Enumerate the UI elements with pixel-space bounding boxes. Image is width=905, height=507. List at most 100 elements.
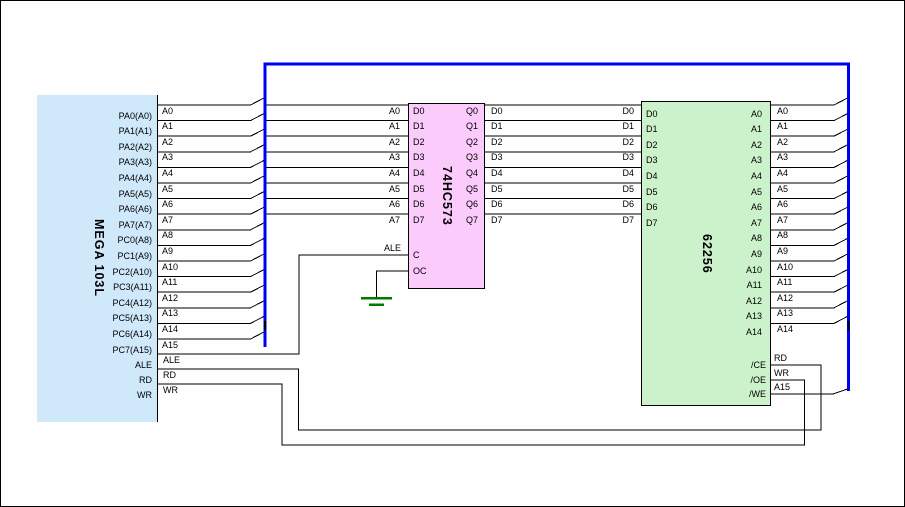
pin-latch-d1: D1 — [413, 122, 425, 131]
net-label-a9-left: A9 — [162, 247, 173, 256]
pin-sram-a6: A6 — [751, 203, 762, 212]
bus-entry-right-a14[interactable] — [834, 316, 848, 323]
pin-sram-d4: D4 — [646, 172, 658, 181]
bus-entry-left-a9[interactable] — [251, 238, 265, 245]
net-label-a6-sram: A6 — [777, 200, 788, 209]
pin-latch-q6: Q6 — [466, 200, 478, 209]
bus-entry-left-a13[interactable] — [251, 301, 265, 308]
pin-latch-d6: D6 — [413, 200, 425, 209]
bus-entry-left-a10[interactable] — [251, 254, 265, 261]
bus-entry-left-a11[interactable] — [251, 270, 265, 277]
net-label-a15-left: A15 — [162, 341, 178, 350]
net-label-d2-sram-side: D2 — [622, 138, 634, 147]
wire-wr[interactable] — [158, 380, 805, 445]
pin-sram-a12: A12 — [746, 297, 762, 306]
pin-mega-pa3a3: PA3(A3) — [119, 158, 152, 167]
net-label-d3-latch-side: D3 — [491, 153, 503, 162]
pin-mega-pc4a12: PC4(A12) — [112, 299, 152, 308]
bus-entry-right-a4[interactable] — [834, 160, 848, 167]
net-label-wr-sram: WR — [774, 369, 789, 378]
pin-sram-d5: D5 — [646, 188, 658, 197]
bus-entry-right-a9[interactable] — [834, 238, 848, 245]
schematic-canvas: MEGA 103L 74HC573 62256 A0A1A2A3A4A5A6A7… — [0, 0, 905, 507]
ground-symbol[interactable] — [361, 298, 392, 305]
bus-entry-right-a12[interactable] — [834, 285, 848, 292]
bus-entry-right-a2[interactable] — [834, 129, 848, 136]
net-label-a3-latch: A3 — [389, 153, 400, 162]
pin-mega-ale: ALE — [135, 361, 152, 370]
net-label-a7-sram: A7 — [777, 216, 788, 225]
pin-sram-oe: /OE — [750, 376, 766, 385]
bus-entry-left-a5[interactable] — [251, 176, 265, 183]
bus-entry-right-a0[interactable] — [834, 98, 848, 105]
net-label-a6-latch: A6 — [389, 200, 400, 209]
bus-entry-right-a3[interactable] — [834, 145, 848, 152]
net-label-a4-sram: A4 — [777, 169, 788, 178]
bus-entry-left-a1[interactable] — [251, 114, 265, 121]
net-label-a1-latch: A1 — [389, 122, 400, 131]
bus-entry-right-a8[interactable] — [834, 223, 848, 230]
pin-mega-rd: RD — [139, 376, 152, 385]
net-label-rd-left: RD — [163, 371, 176, 380]
bus-entry-left-a12[interactable] — [251, 285, 265, 292]
bus-junction-mark-right — [847, 321, 849, 330]
bus-entry-right-a7[interactable] — [834, 207, 848, 214]
net-label-ale-left: ALE — [163, 356, 180, 365]
pin-mega-pc3a11: PC3(A11) — [113, 283, 152, 292]
net-label-a11-sram: A11 — [777, 278, 792, 287]
pin-sram-d1: D1 — [646, 125, 658, 134]
wire-rd[interactable] — [158, 365, 821, 430]
wire-oc-ground[interactable] — [377, 271, 409, 297]
net-label-d4-sram-side: D4 — [622, 169, 634, 178]
pin-latch-q2: Q2 — [466, 138, 478, 147]
bus-entry-right-a1[interactable] — [834, 114, 848, 121]
bus-entry-right-a11[interactable] — [834, 270, 848, 277]
bus-entry-left-a3[interactable] — [251, 145, 265, 152]
bus-entry-left-a4[interactable] — [251, 160, 265, 167]
net-label-a2-left: A2 — [162, 138, 173, 147]
net-label-a2-latch: A2 — [389, 138, 400, 147]
pin-mega-pa5a5: PA5(A5) — [119, 190, 152, 199]
net-label-a5-sram: A5 — [777, 185, 788, 194]
net-label-a12-sram: A12 — [777, 294, 793, 303]
net-label-a7-latch: A7 — [389, 216, 400, 225]
bus-entry-left-a7[interactable] — [251, 207, 265, 214]
net-label-a6-left: A6 — [162, 200, 173, 209]
bus-entry-right-a13[interactable] — [834, 301, 848, 308]
bus-entry-left-a0[interactable] — [251, 98, 265, 105]
pin-latch-d0: D0 — [413, 107, 425, 116]
net-label-a1-sram: A1 — [777, 122, 788, 131]
net-label-d6-sram-side: D6 — [622, 200, 634, 209]
bus-entry-right-a10[interactable] — [834, 254, 848, 261]
net-label-d5-latch-side: D5 — [491, 185, 503, 194]
pin-mega-pa7a7: PA7(A7) — [119, 221, 152, 230]
net-label-a8-sram: A8 — [777, 231, 788, 240]
net-label-a3-left: A3 — [162, 153, 173, 162]
net-label-a4-latch: A4 — [389, 169, 400, 178]
bus-entry-right-a6[interactable] — [834, 192, 848, 199]
bus-entry-left-a8[interactable] — [251, 223, 265, 230]
bus-entry-left-a6[interactable] — [251, 192, 265, 199]
pin-mega-pc5a13: PC5(A13) — [112, 314, 152, 323]
bus-entry-left-a14[interactable] — [251, 316, 265, 323]
net-label-d6-latch-side: D6 — [491, 200, 503, 209]
pin-latch-q0: Q0 — [466, 107, 478, 116]
net-label-d0-sram-side: D0 — [622, 107, 634, 116]
net-label-a13-sram: A13 — [777, 309, 793, 318]
pin-sram-ce: /CE — [751, 361, 766, 370]
net-label-a4-left: A4 — [162, 169, 173, 178]
pin-mega-pa1a1: PA1(A1) — [119, 127, 152, 136]
net-label-a12-left: A12 — [162, 294, 178, 303]
pin-latch-q5: Q5 — [466, 185, 478, 194]
net-label-a10-left: A10 — [162, 263, 178, 272]
bus-entry-left-a15[interactable] — [251, 332, 265, 339]
bus-entry-right-a5[interactable] — [834, 176, 848, 183]
pin-latch-d4: D4 — [413, 169, 425, 178]
pin-latch-d3: D3 — [413, 153, 425, 162]
net-label-wr-left: WR — [163, 386, 178, 395]
net-label-a11-left: A11 — [162, 278, 177, 287]
pin-mega-pc2a10: PC2(A10) — [112, 268, 152, 277]
pin-sram-a7: A7 — [751, 219, 762, 228]
pin-sram-d7: D7 — [646, 219, 658, 228]
bus-entry-left-a2[interactable] — [251, 129, 265, 136]
